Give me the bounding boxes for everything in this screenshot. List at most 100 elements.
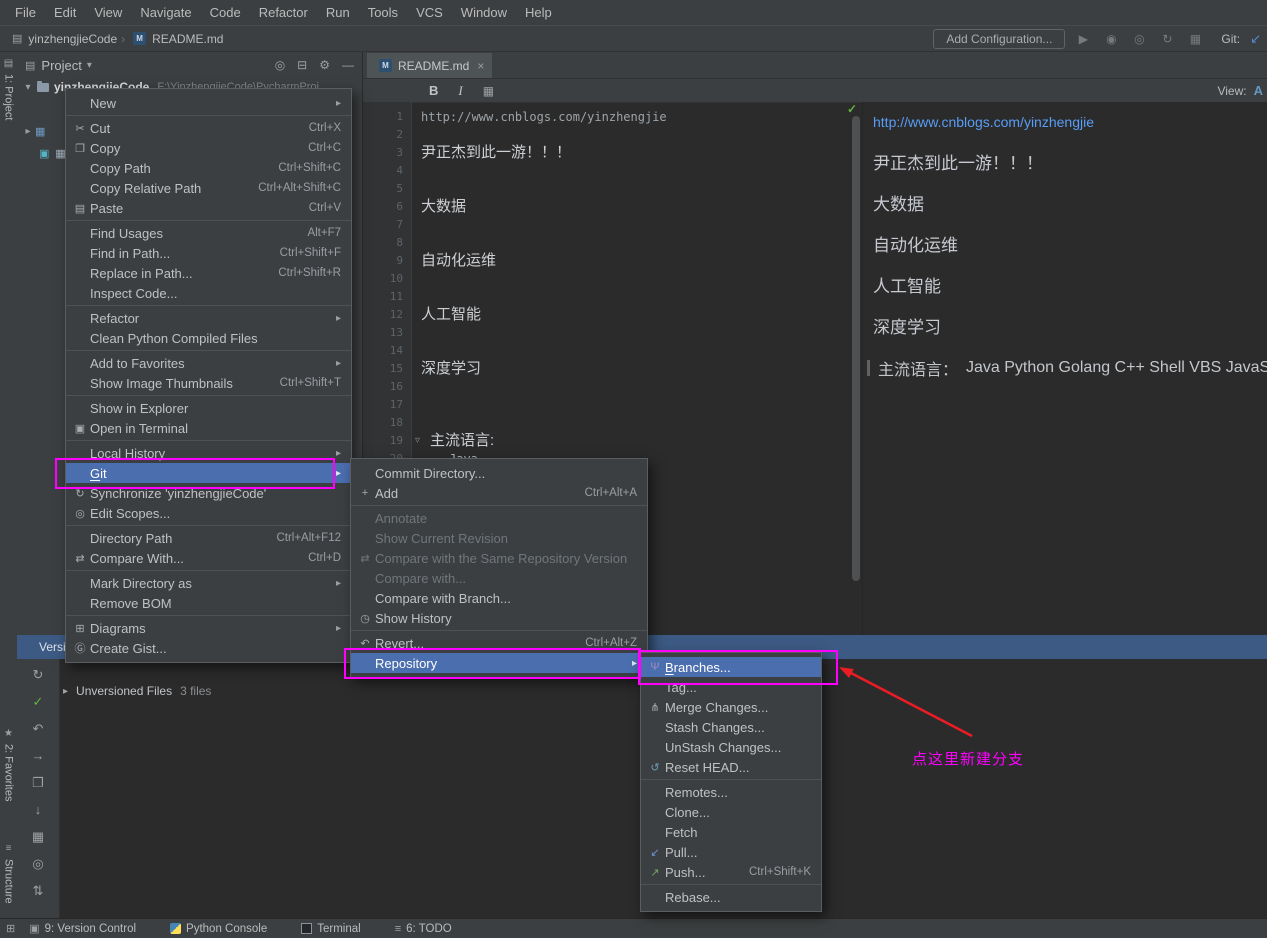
menu-item-copy[interactable]: ❐ Copy Ctrl+C [66, 138, 351, 158]
stripe-button-2-favorites[interactable]: ★ 2: Favorites [0, 728, 17, 801]
menubar-item-view[interactable]: View [85, 0, 131, 25]
menu-item-stash-changes[interactable]: Stash Changes... [641, 717, 821, 737]
editor-line[interactable]: 7 [363, 216, 861, 234]
menu-item-show-in-explorer[interactable]: Show in Explorer [66, 398, 351, 418]
menu-item-compare-with[interactable]: ⇄ Compare With... Ctrl+D [66, 548, 351, 568]
project-panel-title[interactable]: Project [41, 58, 81, 73]
close-tab-icon[interactable]: × [477, 59, 484, 73]
menu-item-diagrams[interactable]: ⊞ Diagrams ▸ [66, 618, 351, 638]
menubar-item-tools[interactable]: Tools [359, 0, 407, 25]
menu-item-directory-path[interactable]: Directory Path Ctrl+Alt+F12 [66, 528, 351, 548]
menu-item-remove-bom[interactable]: Remove BOM [66, 593, 351, 613]
menu-item-compare-with-branch[interactable]: Compare with Branch... [351, 588, 647, 608]
settings-gear-icon[interactable]: ⚙ [319, 58, 330, 72]
menu-item-find-usages[interactable]: Find Usages Alt+F7 [66, 223, 351, 243]
update-project-icon[interactable]: ↙ [1250, 31, 1261, 47]
menu-item-create-gist[interactable]: Ⓖ Create Gist... [66, 638, 351, 658]
run-button[interactable]: ▶ [1075, 32, 1091, 46]
menu-item-edit-scopes[interactable]: ◎ Edit Scopes... [66, 503, 351, 523]
italic-button[interactable]: I [458, 83, 462, 99]
menu-item-reset-head[interactable]: ↺ Reset HEAD... [641, 757, 821, 777]
menu-item-new[interactable]: New ▸ [66, 93, 351, 113]
menubar-item-run[interactable]: Run [317, 0, 359, 25]
menu-item-revert[interactable]: ↶ Revert... Ctrl+Alt+Z [351, 633, 647, 653]
preview-link[interactable]: http://www.cnblogs.com/yinzhengjie [873, 111, 1094, 133]
menu-item-open-in-terminal[interactable]: ▣ Open in Terminal [66, 418, 351, 438]
unversioned-files-row[interactable]: ▸ Unversioned Files 3 files [59, 681, 211, 701]
commit-icon[interactable]: ✓ [33, 695, 44, 708]
rollback-icon[interactable]: ↶ [33, 722, 44, 735]
menubar-item-help[interactable]: Help [516, 0, 561, 25]
menu-item-mark-directory-as[interactable]: Mark Directory as ▸ [66, 573, 351, 593]
menu-item-branches[interactable]: Ψ Branches... [641, 657, 821, 677]
editor-line[interactable]: 9 自动化运维 [363, 252, 861, 270]
editor-line[interactable]: 18 [363, 414, 861, 432]
expand-icon[interactable]: ⇅ [33, 884, 44, 897]
editor-line[interactable]: 16 [363, 378, 861, 396]
menubar-item-refactor[interactable]: Refactor [250, 0, 317, 25]
group-icon[interactable]: ▦ [32, 830, 44, 843]
menu-item-paste[interactable]: ▤ Paste Ctrl+V [66, 198, 351, 218]
collapse-arrow-icon[interactable]: ▾ [21, 82, 35, 93]
breadcrumb-file[interactable]: README.md [152, 32, 223, 46]
statusbar-item-python-console[interactable]: Python Console [170, 923, 267, 935]
stop-button[interactable]: ▦ [1187, 32, 1203, 46]
menu-item-local-history[interactable]: Local History ▸ [66, 443, 351, 463]
menubar-item-window[interactable]: Window [452, 0, 516, 25]
menu-item-remotes[interactable]: Remotes... [641, 782, 821, 802]
menu-item-copy-path[interactable]: Copy Path Ctrl+Shift+C [66, 158, 351, 178]
editor-line[interactable]: 5 [363, 180, 861, 198]
menu-item-tag[interactable]: Tag... [641, 677, 821, 697]
statusbar-item-terminal[interactable]: Terminal [301, 923, 361, 935]
menu-item-merge-changes[interactable]: ⋔ Merge Changes... [641, 697, 821, 717]
menu-item-add-to-favorites[interactable]: Add to Favorites ▸ [66, 353, 351, 373]
menu-item-inspect-code[interactable]: Inspect Code... [66, 283, 351, 303]
coverage-button[interactable]: ◎ [1131, 32, 1147, 46]
menu-item-repository[interactable]: Repository ▸ [351, 653, 647, 673]
menubar-item-edit[interactable]: Edit [45, 0, 85, 25]
editor-line[interactable]: 4 [363, 162, 861, 180]
editor-line[interactable]: 3 尹正杰到此一游！！！ [363, 144, 861, 162]
menubar-item-code[interactable]: Code [201, 0, 250, 25]
hide-panel-icon[interactable]: — [342, 58, 354, 72]
statusbar-item-6-todo[interactable]: ≡ 6: TODO [395, 923, 452, 935]
bold-button[interactable]: B [429, 83, 438, 98]
menu-item-push[interactable]: ↗ Push... Ctrl+Shift+K [641, 862, 821, 882]
menu-item-clean-python-compiled-files[interactable]: Clean Python Compiled Files [66, 328, 351, 348]
menu-item-rebase[interactable]: Rebase... [641, 887, 821, 907]
menu-item-clone[interactable]: Clone... [641, 802, 821, 822]
tool-window-switcher-icon[interactable]: ⊞ [0, 922, 21, 935]
editor-scrollbar[interactable] [852, 116, 860, 581]
editor-line[interactable]: 10 [363, 270, 861, 288]
stripe-button-1-project[interactable]: ▤ 1: Project [0, 58, 17, 120]
preview-icon[interactable]: ◎ [32, 857, 43, 870]
editor-line[interactable]: 11 [363, 288, 861, 306]
menu-item-copy-relative-path[interactable]: Copy Relative Path Ctrl+Alt+Shift+C [66, 178, 351, 198]
add-configuration-button[interactable]: Add Configuration... [933, 28, 1066, 49]
stripe-button-structure[interactable]: ≡ Structure [0, 843, 17, 904]
editor-line[interactable]: 8 [363, 234, 861, 252]
tab-readme[interactable]: M README.md × [367, 53, 493, 78]
menubar-item-vcs[interactable]: VCS [407, 0, 452, 25]
locate-file-icon[interactable]: ◎ [275, 58, 285, 72]
menu-item-find-in-path[interactable]: Find in Path... Ctrl+Shift+F [66, 243, 351, 263]
debug-button[interactable]: ◉ [1103, 32, 1119, 46]
editor-line[interactable]: 15 深度学习 [363, 360, 861, 378]
editor-line[interactable]: 14 [363, 342, 861, 360]
editor-line[interactable]: 17 [363, 396, 861, 414]
copy-icon[interactable]: ❐ [32, 776, 44, 789]
menu-item-commit-directory[interactable]: Commit Directory... [351, 463, 647, 483]
menu-item-synchronize-yinzhengjiecode[interactable]: ↻ Synchronize 'yinzhengjieCode' [66, 483, 351, 503]
menu-item-pull[interactable]: ↙ Pull... [641, 842, 821, 862]
refresh-icon[interactable]: ↻ [33, 668, 44, 681]
collapse-all-icon[interactable]: ⊟ [297, 58, 307, 72]
editor-line[interactable]: 13 [363, 324, 861, 342]
menubar-item-navigate[interactable]: Navigate [131, 0, 200, 25]
menu-item-replace-in-path[interactable]: Replace in Path... Ctrl+Shift+R [66, 263, 351, 283]
forward-icon[interactable]: → [32, 749, 45, 762]
menu-item-git[interactable]: Git ▸ [66, 463, 351, 483]
fold-marker-icon[interactable]: ▿ [415, 432, 420, 450]
editor-line[interactable]: 19 ▿ 主流语言: [363, 432, 861, 450]
menu-item-fetch[interactable]: Fetch [641, 822, 821, 842]
menu-item-add[interactable]: + Add Ctrl+Alt+A [351, 483, 647, 503]
